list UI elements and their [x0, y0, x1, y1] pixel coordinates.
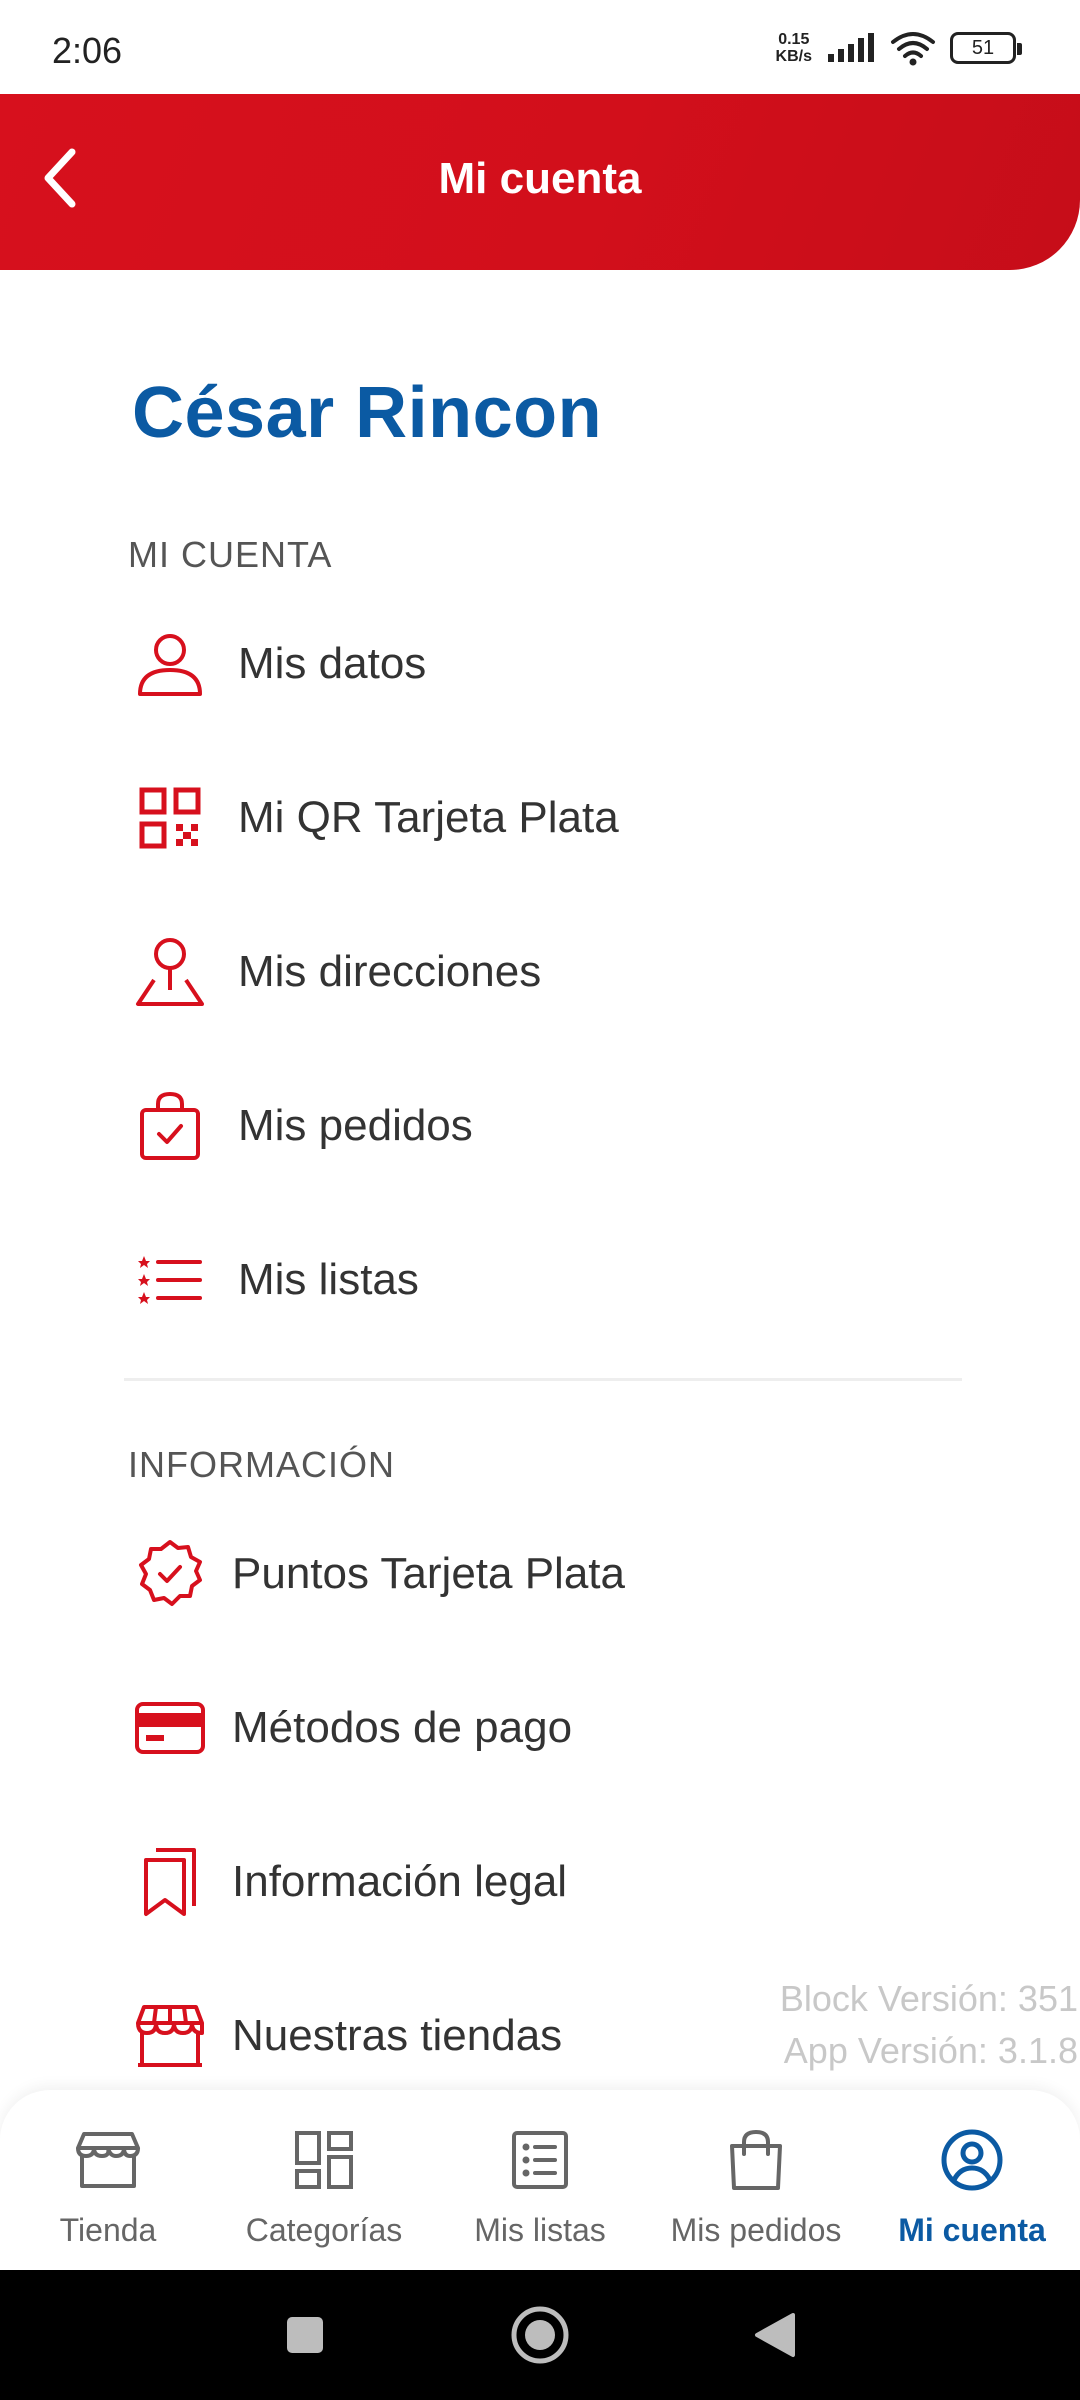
user-icon [128, 622, 212, 706]
menu-item-mis-pedidos[interactable]: Mis pedidos [128, 1066, 948, 1186]
nav-label: Mis listas [474, 2212, 606, 2248]
credit-card-icon [128, 1686, 212, 1770]
menu-label: Mis direcciones [238, 947, 542, 996]
status-bar: 2:06 0.15 KB/s 51 [0, 0, 1080, 94]
menu-label: Mi QR Tarjeta Plata [238, 793, 619, 842]
network-speed-value: 0.15 [778, 31, 810, 48]
square-icon [287, 2317, 323, 2353]
menu-label: Mis datos [238, 639, 427, 688]
app-header: Mi cuenta [0, 94, 1080, 270]
user-circle-icon [932, 2120, 1012, 2200]
triangle-back-icon [755, 2313, 795, 2357]
status-icons: 0.15 KB/s 51 [776, 30, 1022, 66]
list-stars-icon [128, 1238, 212, 1322]
menu-label: Nuestras tiendas [232, 2011, 563, 2060]
menu-label: Mis pedidos [238, 1101, 473, 1150]
nav-item-mi-cuenta[interactable]: Mi cuenta [864, 2090, 1080, 2270]
nav-item-tienda[interactable]: Tienda [0, 2090, 216, 2270]
menu-label: Puntos Tarjeta Plata [232, 1549, 625, 1598]
nav-item-categorias[interactable]: Categorías [216, 2090, 432, 2270]
section-title-account: MI CUENTA [128, 534, 333, 575]
list-icon [500, 2120, 580, 2200]
grid-icon [284, 2120, 364, 2200]
status-time: 2:06 [52, 30, 123, 71]
user-name: César Rincon [132, 373, 603, 453]
menu-label: Mis listas [238, 1255, 419, 1304]
bookmarks-icon [128, 1840, 212, 1924]
battery-indicator: 51 [950, 32, 1022, 64]
section-title-info: INFORMACIÓN [128, 1444, 395, 1485]
menu-item-mi-qr[interactable]: Mi QR Tarjeta Plata [128, 758, 948, 878]
nav-label: Mi cuenta [898, 2212, 1046, 2248]
network-speed: 0.15 KB/s [776, 31, 812, 65]
bottom-nav: Tienda Categorías Mis listas Mis pedidos… [0, 2090, 1080, 2270]
block-version: Block Versión: 351 [779, 1978, 1078, 2019]
shopping-bag-icon [716, 2120, 796, 2200]
home-button[interactable] [505, 2300, 575, 2370]
menu-item-mis-datos[interactable]: Mis datos [128, 604, 948, 724]
back-nav-button[interactable] [740, 2300, 810, 2370]
nav-item-mis-pedidos[interactable]: Mis pedidos [648, 2090, 864, 2270]
nav-label: Categorías [245, 2212, 403, 2248]
section-divider [124, 1378, 962, 1381]
shopping-bag-check-icon [128, 1084, 212, 1168]
wifi-icon [891, 32, 935, 66]
nav-label: Tienda [59, 2212, 157, 2248]
menu-item-metodos-pago[interactable]: Métodos de pago [128, 1668, 948, 1788]
home-circle-icon [511, 2306, 569, 2364]
menu-item-puntos[interactable]: Puntos Tarjeta Plata [128, 1514, 948, 1634]
menu-item-mis-direcciones[interactable]: Mis direcciones [128, 912, 948, 1032]
menu-item-info-legal[interactable]: Información legal [128, 1822, 948, 1942]
signal-icon [828, 33, 874, 62]
recent-apps-button[interactable] [270, 2300, 340, 2370]
location-pin-icon [128, 930, 212, 1014]
menu-label: Información legal [232, 1857, 568, 1906]
app-version: App Versión: 3.1.8 [783, 2030, 1078, 2071]
menu-label: Métodos de pago [232, 1703, 573, 1752]
nav-item-mis-listas[interactable]: Mis listas [432, 2090, 648, 2270]
qr-code-icon [128, 776, 212, 860]
store-icon [128, 1994, 212, 2078]
page-title: Mi cuenta [438, 154, 642, 203]
network-speed-unit: KB/s [775, 48, 812, 65]
store-icon [68, 2120, 148, 2200]
badge-check-icon [128, 1532, 212, 1616]
system-nav-bar [0, 2270, 1080, 2400]
menu-item-mis-listas[interactable]: Mis listas [128, 1220, 948, 1340]
nav-label: Mis pedidos [670, 2212, 842, 2248]
